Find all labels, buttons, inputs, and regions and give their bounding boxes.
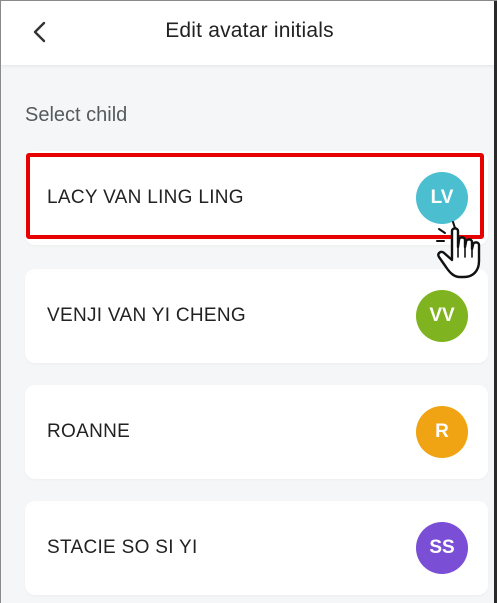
child-card-roanne[interactable]: ROANNE R [25,385,488,479]
app-screen: Edit avatar initials Select child LACY V… [0,0,497,603]
top-bar: Edit avatar initials [1,1,497,65]
child-card-lacy[interactable]: LACY VAN LING LING LV [25,151,488,245]
avatar[interactable]: VV [416,290,468,342]
section-label: Select child [25,104,128,126]
child-name: LACY VAN LING LING [47,187,244,208]
child-name: VENJI VAN YI CHENG [47,305,246,326]
child-card-venji[interactable]: VENJI VAN YI CHENG VV [25,269,488,363]
avatar[interactable]: R [416,406,468,458]
page-title: Edit avatar initials [165,19,334,42]
child-name: STACIE SO SI YI [47,537,198,558]
child-card-stacie[interactable]: STACIE SO SI YI SS [25,501,488,595]
child-name: ROANNE [47,421,131,442]
avatar[interactable]: LV [416,172,468,224]
avatar[interactable]: SS [416,522,468,574]
